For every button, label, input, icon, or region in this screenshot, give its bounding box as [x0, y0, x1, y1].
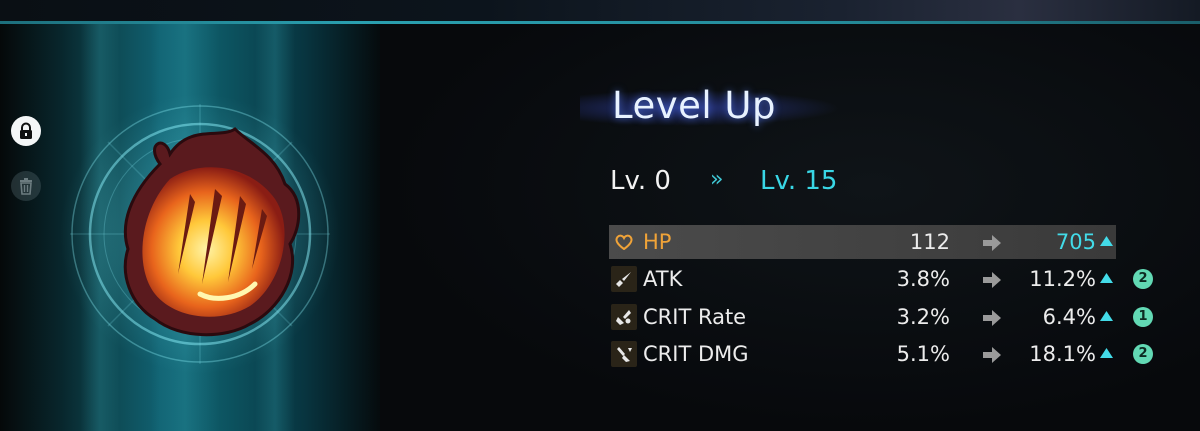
stat-row-hp: HP 112 705 [609, 225, 1116, 259]
page-title: Level Up [612, 84, 776, 127]
level-to: Lv. 15 [760, 166, 838, 196]
stat-old-value: 112 [909, 230, 950, 254]
stat-old-value: 5.1% [896, 342, 950, 366]
stat-row-crit-dmg: CRIT DMG 5.1% 18.1% 2 [609, 337, 1153, 371]
stat-row-atk: ATK 3.8% 11.2% 2 [609, 262, 1153, 296]
stat-new-value: 11.2% [1029, 267, 1096, 291]
stat-old-value: 3.8% [896, 267, 950, 291]
stat-name: CRIT DMG [643, 342, 749, 366]
crit-rate-icon [611, 304, 637, 330]
lock-icon [20, 122, 32, 139]
upgrade-count-badge: 2 [1133, 344, 1153, 364]
stat-name: CRIT Rate [643, 305, 747, 329]
increase-triangle-icon [1100, 348, 1113, 358]
stat-old-value: 3.2% [896, 305, 950, 329]
trash-icon [20, 178, 32, 195]
stat-new-value: 18.1% [1029, 342, 1096, 366]
crit-dmg-icon [611, 341, 637, 367]
heart-icon [611, 229, 637, 255]
arrow-right-icon [983, 310, 1001, 326]
increase-triangle-icon [1100, 273, 1113, 283]
stat-new-value: 6.4% [1042, 305, 1096, 329]
stat-name: ATK [643, 267, 683, 291]
arrow-right-icon [983, 235, 1001, 251]
sword-icon [611, 266, 637, 292]
stat-row-crit-rate: CRIT Rate 3.2% 6.4% 1 [609, 300, 1153, 334]
upgrade-count-badge: 2 [1133, 269, 1153, 289]
discard-button[interactable] [11, 171, 41, 201]
arrow-right-icon [983, 347, 1001, 363]
stat-new-value: 705 [1055, 230, 1096, 254]
level-from: Lv. 0 [610, 166, 671, 196]
flame-claw-relic-icon [60, 94, 340, 374]
arrow-right-icon [983, 272, 1001, 288]
stat-name: HP [643, 230, 672, 254]
increase-triangle-icon [1100, 311, 1113, 321]
top-bar [0, 0, 1200, 22]
lock-button[interactable] [11, 116, 41, 146]
relic-showcase-panel [0, 24, 380, 431]
increase-triangle-icon [1100, 236, 1113, 246]
upgrade-count-badge: 1 [1133, 307, 1153, 327]
double-chevron-icon: » [710, 167, 724, 192]
